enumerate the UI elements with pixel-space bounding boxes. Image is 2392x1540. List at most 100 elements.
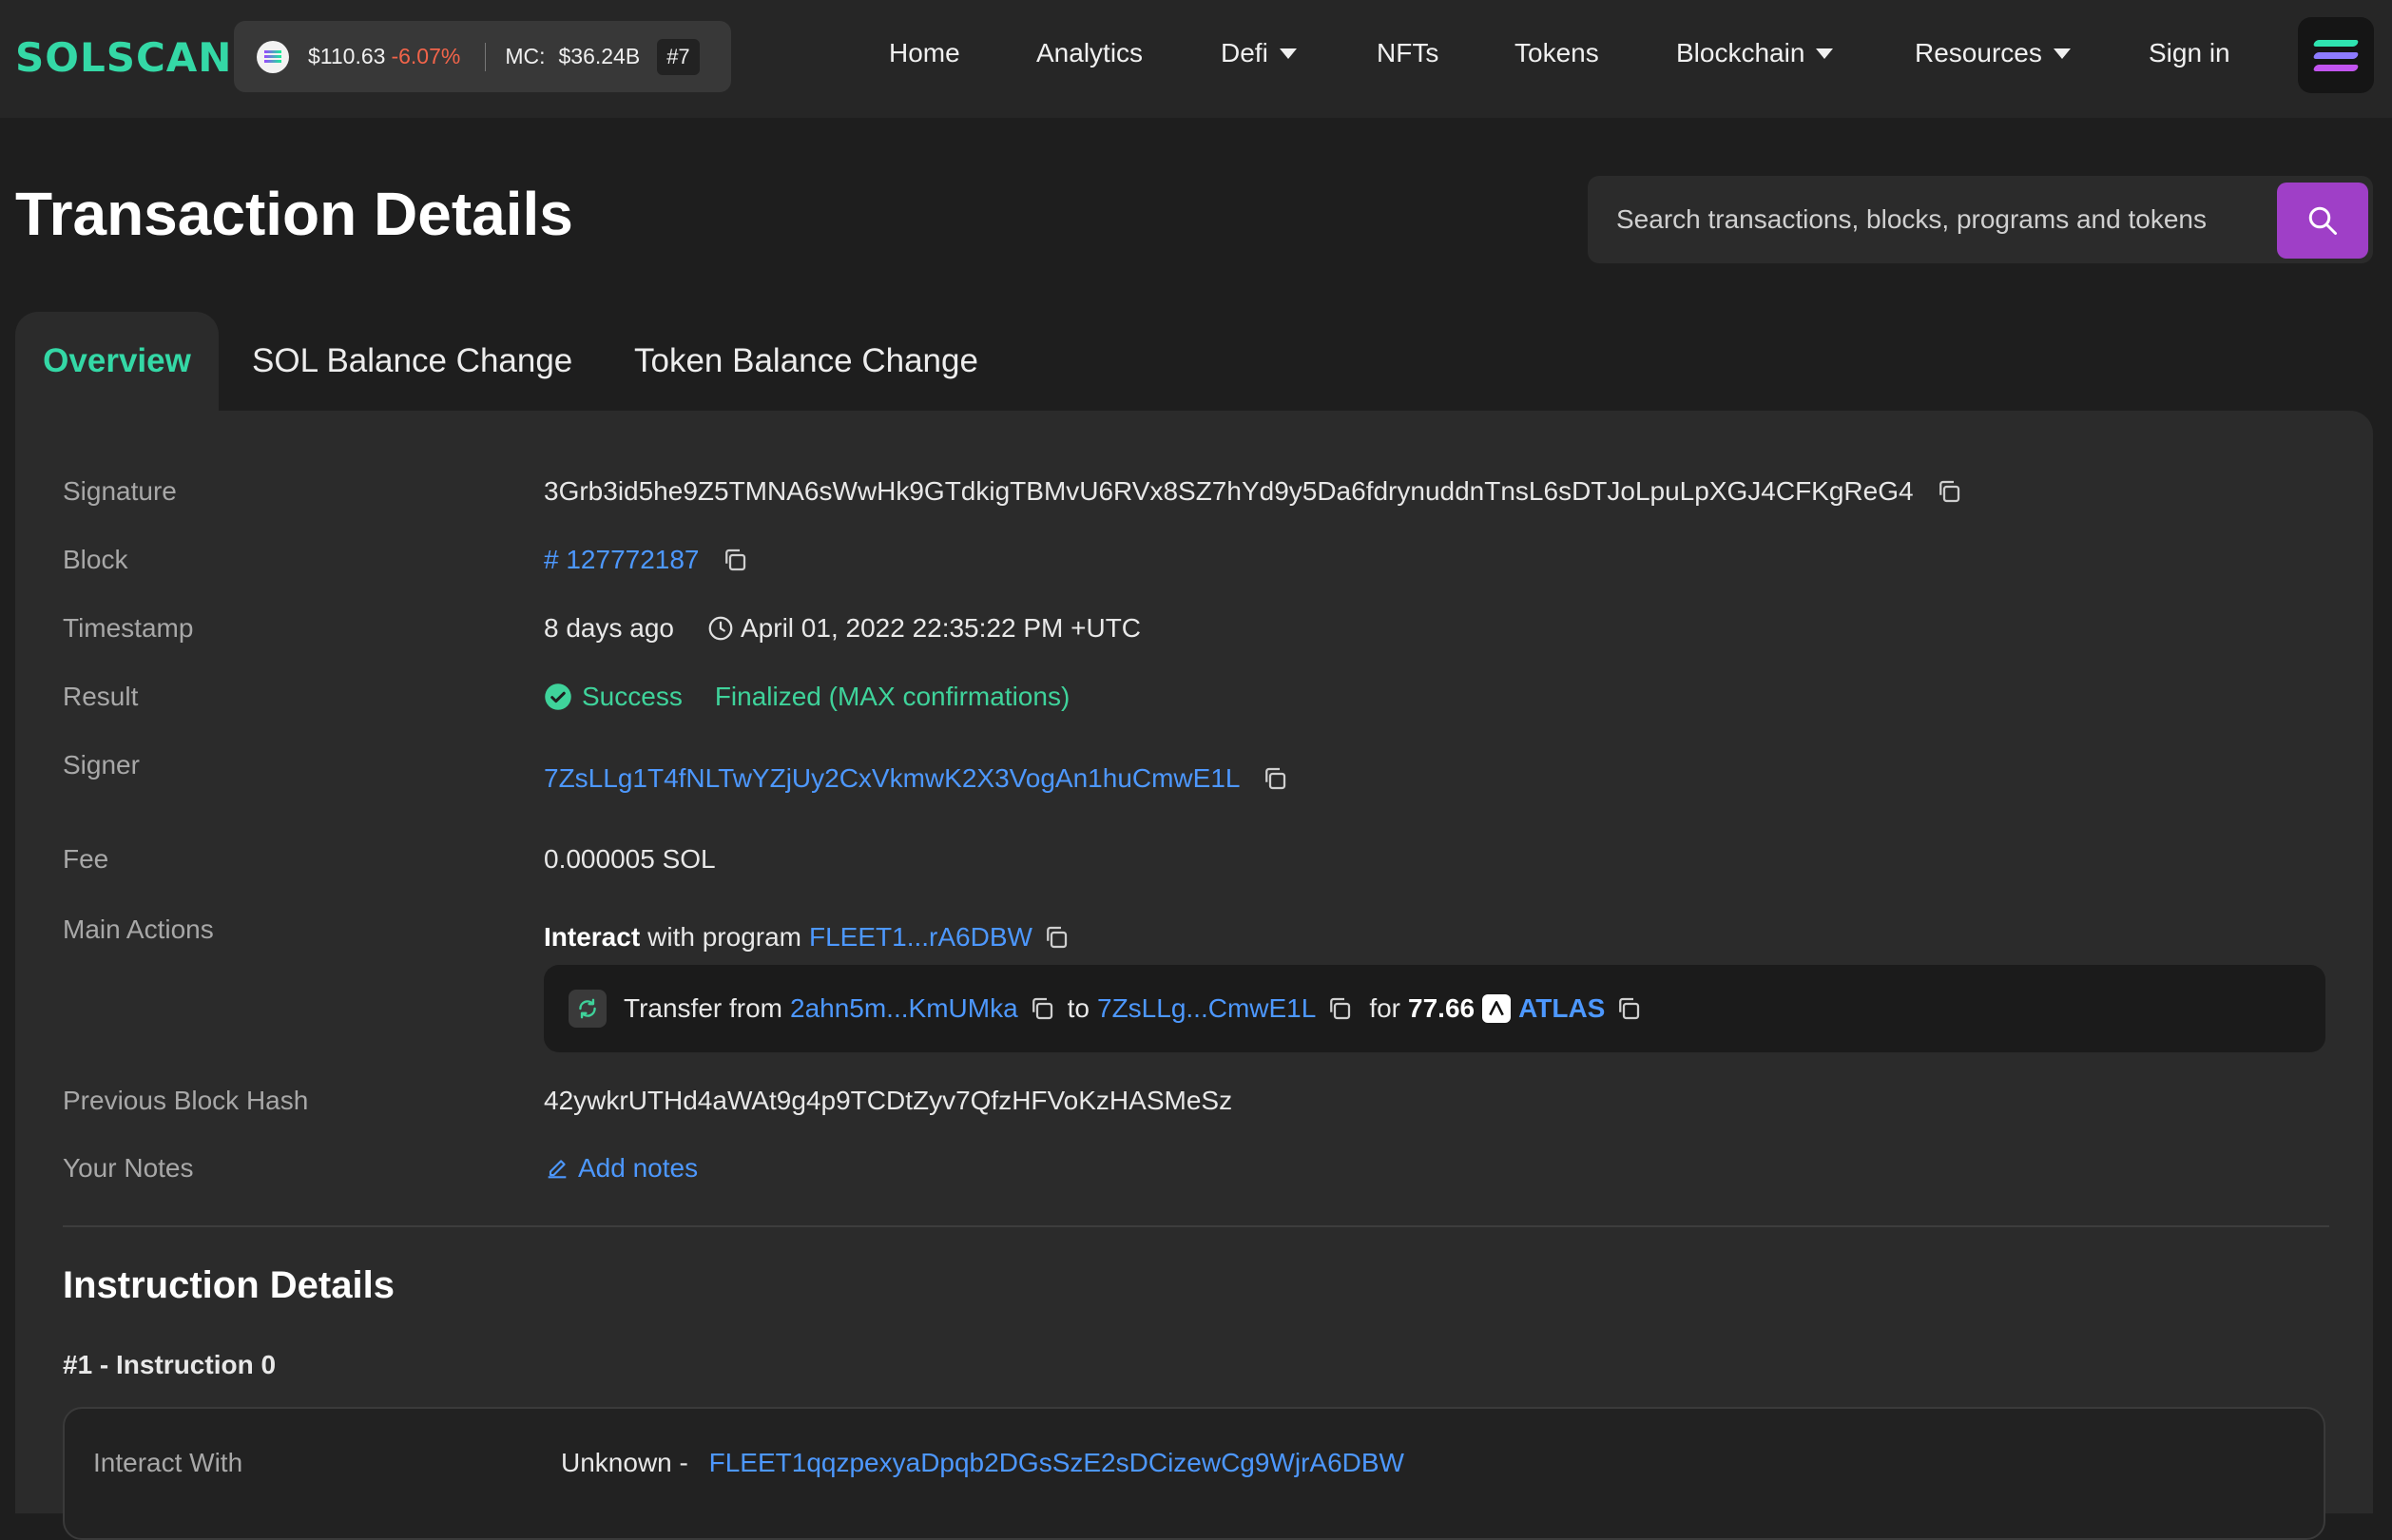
signer-row: 7ZsLLg1T4fNLTwYZjUy2CxVkmwK2X3VogAn1huCm… — [544, 763, 1289, 794]
action-verb: Interact — [544, 922, 641, 952]
add-notes-label: Add notes — [578, 1153, 699, 1183]
nav-analytics-label: Analytics — [1036, 38, 1144, 67]
tab-overview-label: Overview — [43, 342, 191, 379]
tab-sol-balance-change[interactable]: SOL Balance Change — [252, 312, 572, 411]
nav-analytics[interactable]: Analytics — [1036, 38, 1143, 68]
nav-defi-label: Defi — [1221, 38, 1268, 67]
prev-hash-label: Previous Block Hash — [63, 1086, 309, 1115]
block-row: # 127772187 — [544, 545, 749, 575]
transfer-to-link[interactable]: 7ZsLLg...CmwE1L — [1097, 993, 1316, 1024]
timestamp-label: Timestamp — [63, 613, 194, 643]
signer-link[interactable]: 7ZsLLg1T4fNLTwYZjUy2CxVkmwK2X3VogAn1huCm… — [544, 763, 1240, 794]
chevron-down-icon — [1279, 48, 1297, 59]
clock-icon — [706, 614, 735, 643]
chevron-down-icon — [2053, 48, 2071, 59]
transfer-from-link[interactable]: 2ahn5m...KmUMka — [790, 993, 1018, 1024]
timestamp-row: 8 days ago April 01, 2022 22:35:22 PM +U… — [544, 613, 1141, 644]
menu-bar-icon — [2312, 39, 2360, 47]
result-confirmation: Finalized (MAX confirmations) — [714, 682, 1071, 711]
sign-in-label: Sign in — [2149, 38, 2230, 67]
sign-in-link[interactable]: Sign in — [2149, 38, 2230, 68]
timestamp-relative: 8 days ago — [544, 613, 674, 643]
timestamp-absolute: April 01, 2022 22:35:22 PM +UTC — [741, 613, 1142, 643]
signature-label: Signature — [63, 476, 177, 506]
copy-icon[interactable] — [1028, 994, 1056, 1023]
interact-with-row: Unknown - FLEET1qqzpexyaDpqb2DGsSzE2sDCi… — [561, 1448, 1404, 1478]
main-action-row: Interact with program FLEET1...rA6DBW — [544, 922, 1071, 953]
prev-hash-value: 42ywkrUTHd4aWAt9g4p9TCDtZyv7QfzHFVoKzHAS… — [544, 1086, 1233, 1115]
result-label: Result — [63, 682, 139, 711]
market-cap-value: $36.24B — [558, 44, 641, 68]
search-icon — [2308, 206, 2337, 235]
transfer-from-label: Transfer from — [624, 993, 782, 1023]
block-link[interactable]: # 127772187 — [544, 545, 700, 575]
copy-icon[interactable] — [1325, 994, 1354, 1023]
notes-label: Your Notes — [63, 1153, 194, 1183]
atlas-token-icon — [1482, 994, 1512, 1023]
sol-price-change: -6.07% — [391, 44, 461, 68]
nav-nfts[interactable]: NFTs — [1377, 38, 1438, 68]
transfer-amount: 77.66 — [1408, 993, 1476, 1023]
pencil-icon — [544, 1155, 570, 1182]
solana-icon — [257, 40, 289, 73]
solscan-logo[interactable]: SOLSCAN — [15, 34, 232, 81]
menu-bar-icon — [2312, 64, 2360, 71]
nav-nfts-label: NFTs — [1377, 38, 1439, 67]
nav-home[interactable]: Home — [889, 38, 960, 68]
nav-tokens-label: Tokens — [1514, 38, 1599, 67]
fee-label: Fee — [63, 844, 109, 874]
nav-blockchain-label: Blockchain — [1676, 38, 1805, 67]
page-title: Transaction Details — [15, 180, 573, 248]
price-divider — [485, 42, 487, 71]
result-row: Success Finalized (MAX confirmations) — [544, 682, 1070, 712]
tab-sol-balance-label: SOL Balance Change — [252, 342, 573, 379]
menu-bar-icon — [2312, 51, 2360, 59]
nav-tokens[interactable]: Tokens — [1514, 38, 1599, 68]
signer-label: Signer — [63, 750, 140, 780]
chevron-down-icon — [1816, 48, 1834, 59]
copy-icon[interactable] — [721, 546, 749, 574]
tab-overview[interactable]: Overview — [15, 312, 219, 411]
copy-icon[interactable] — [1042, 923, 1071, 952]
nav-home-label: Home — [889, 38, 960, 67]
block-label: Block — [63, 545, 128, 574]
search-button[interactable] — [2277, 183, 2368, 259]
rank-badge: #7 — [657, 38, 700, 75]
action-with-text: with program — [647, 922, 801, 952]
add-notes-link[interactable]: Add notes — [544, 1153, 698, 1184]
transfer-action-box: Transfer from 2ahn5m...KmUMka to 7ZsLLg.… — [544, 965, 2325, 1052]
interact-with-label: Interact With — [93, 1448, 243, 1477]
check-circle-icon — [544, 683, 572, 711]
sol-price: $110.63 — [308, 44, 386, 68]
copy-icon[interactable] — [1614, 994, 1643, 1023]
menu-button[interactable] — [2298, 17, 2374, 93]
instruction-details-title: Instruction Details — [63, 1264, 395, 1306]
transfer-for-label: for — [1369, 993, 1401, 1023]
nav-blockchain[interactable]: Blockchain — [1676, 38, 1834, 68]
fee-value: 0.000005 SOL — [544, 844, 716, 874]
interact-prefix: Unknown - — [561, 1448, 688, 1477]
signature-row: 3Grb3id5he9Z5TMNA6sWwHk9GTdkigTBMvU6RVx8… — [544, 476, 1963, 507]
nav-resources[interactable]: Resources — [1915, 38, 2071, 68]
interact-program-link[interactable]: FLEET1qqzpexyaDpqb2DGsSzE2sDCizewCg9WjrA… — [709, 1448, 1404, 1477]
signature-value: 3Grb3id5he9Z5TMNA6sWwHk9GTdkigTBMvU6RVx8… — [544, 476, 1914, 506]
top-navbar: SOLSCAN $110.63 -6.07% MC: $36.24B #7 Ho… — [0, 0, 2392, 118]
overview-card — [15, 411, 2373, 1513]
nav-defi[interactable]: Defi — [1221, 38, 1297, 68]
instruction-item-label: #1 - Instruction 0 — [63, 1350, 277, 1379]
copy-icon[interactable] — [1935, 477, 1963, 506]
search-bar — [1588, 176, 2373, 263]
market-cap-label: MC: — [505, 44, 546, 68]
program-link[interactable]: FLEET1...rA6DBW — [809, 922, 1032, 953]
section-divider — [63, 1225, 2329, 1227]
nav-resources-label: Resources — [1915, 38, 2042, 67]
search-input[interactable] — [1588, 176, 2272, 263]
refresh-icon — [569, 990, 607, 1028]
tab-token-balance-change[interactable]: Token Balance Change — [634, 312, 978, 411]
sol-price-widget: $110.63 -6.07% MC: $36.24B #7 — [234, 21, 731, 92]
tab-token-balance-label: Token Balance Change — [634, 342, 978, 379]
copy-icon[interactable] — [1261, 764, 1289, 793]
result-status: Success — [582, 682, 683, 711]
transfer-to-label: to — [1067, 993, 1090, 1023]
atlas-token-link[interactable]: ATLAS — [1518, 993, 1605, 1024]
